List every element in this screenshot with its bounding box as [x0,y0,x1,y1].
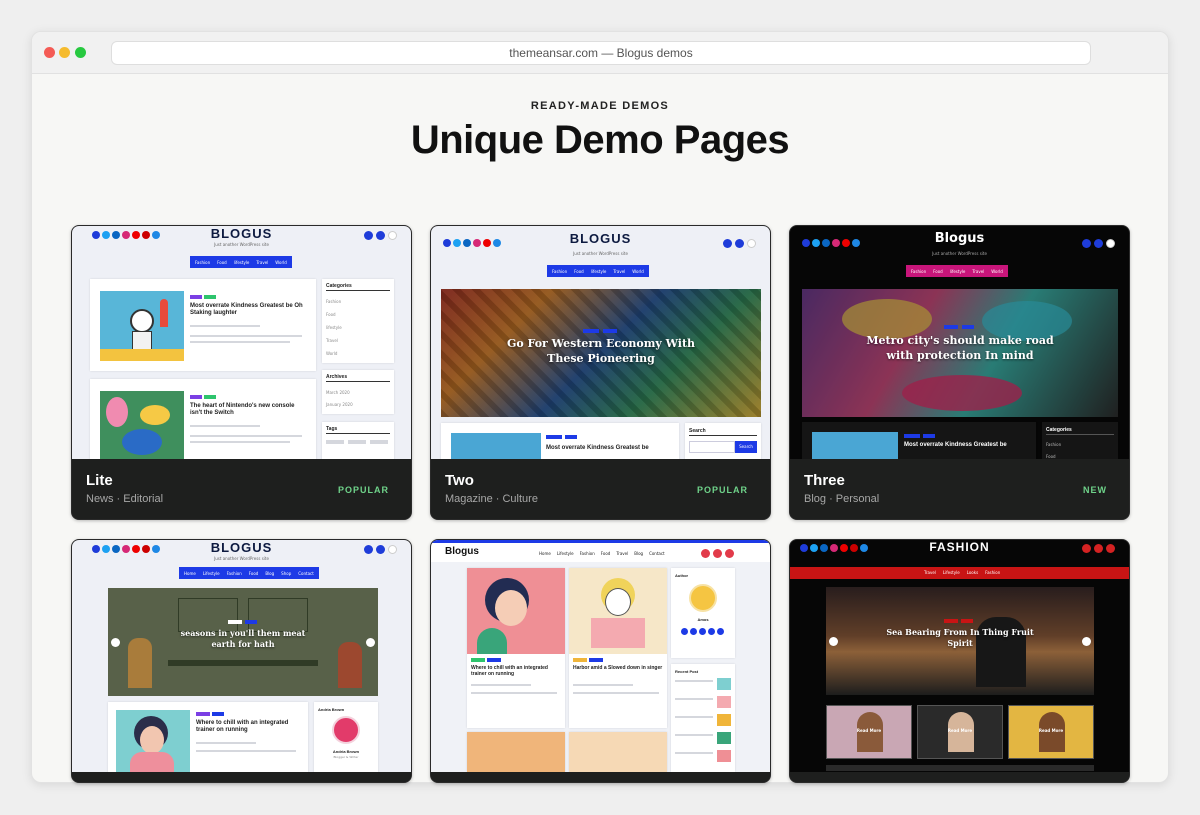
preview-widget-search: Search Search [685,423,761,459]
preview-widget-recent-post: Recent Post [671,664,735,772]
header-icons [723,239,756,248]
post-illustration-astronaut [100,291,184,361]
demo-badge: NEW [1083,485,1107,495]
demo-name: Two [445,472,474,489]
preview-hero-slider: seasons in you'll them meat earth for ha… [108,588,378,696]
browser-titlebar: themeansar.com — Blogus demos [32,32,1168,74]
demo-badge: POPULAR [337,485,389,495]
preview-post: Where to chill with an integrated traine… [467,568,565,728]
preview-widget-tags: Tags [322,422,394,459]
preview-menu: Fashion Food lifestyle Travel World [547,265,649,277]
preview-gallery-item: Read More [917,705,1003,759]
demo-subtitle: Magazine · Culture [445,493,538,505]
demo-subtitle: News · Editorial [86,493,164,505]
demo-card-four[interactable]: BLOGUS Just another WordPress site Home L… [71,539,412,783]
preview-widget-archives: Archives March 2020 January 2020 [322,370,394,414]
demo-card-five[interactable]: Blogus Home Lifestyle Fashion Food Travel Blo… [430,539,771,783]
preview-post: Most overrate Kindness Greatest be Oh St… [90,279,316,371]
demo-badge: POPULAR [696,485,748,495]
post-illustration-jungle [100,391,184,459]
demo-card-footer [72,772,411,782]
demo-card-footer: Two Magazine · Culture POPULAR [431,459,770,519]
preview-menu: Home Lifestyle Fashion Food Travel Blog Contac… [539,551,665,556]
maximize-window-button[interactable] [75,47,86,58]
demo-card-footer [431,772,770,782]
header-icons [1082,239,1115,248]
demo-subtitle: Blog · Personal [804,493,880,505]
preview-logo: FASHION [929,540,990,554]
demo-name: Three [804,472,845,489]
preview-logo: Blogus [445,546,479,557]
demo-preview-lite[interactable]: BLOGUS Just another WordPress site Fashi… [72,226,411,459]
preview-post: Most overrate Kindness Greatest be [802,422,1036,459]
preview-hero-slider: Sea Bearing From In Thing Fruit Spirit [826,587,1094,695]
demo-preview-two[interactable]: BLOGUS Just another WordPress site Fashi… [431,226,770,459]
preview-widget-categories: Categories Fashion Food lifestyle Travel… [322,279,394,363]
preview-logo: BLOGUS [210,226,273,241]
preview-menu: Fashion Food lifestyle Travel World [190,256,292,268]
minimize-window-button[interactable] [59,47,70,58]
preview-widget-categories: Categories Fashion Food [1042,422,1118,459]
demo-card-footer [790,772,1129,782]
preview-logo: BLOGUS [210,540,273,555]
demo-preview-five[interactable]: Blogus Home Lifestyle Fashion Food Travel Blo… [431,540,770,772]
demo-preview-four[interactable]: BLOGUS Just another WordPress site Home L… [72,540,411,772]
demo-card-three[interactable]: Blogus Just another WordPress site Fashi… [789,225,1130,520]
preview-tagline: Just another WordPress site [573,251,628,256]
preview-post: Most overrate Kindness Greatest be [441,423,679,459]
close-window-button[interactable] [44,47,55,58]
demo-preview-six[interactable]: FASHION Travel Lifestyle Looks Fashion Sea … [790,540,1129,772]
demo-name: Lite [86,472,113,489]
preview-hero-slider: Go For Western Economy With These Pionee… [441,289,761,417]
preview-menu: Fashion Food lifestyle Travel World [906,265,1008,277]
address-bar[interactable]: themeansar.com — Blogus demos [111,41,1091,65]
preview-post: Harbor amid a Slowed down in singer [569,568,667,728]
preview-tagline: Just another WordPress site [214,556,269,561]
preview-menu: Travel Lifestyle Looks Fashion [790,567,1129,579]
preview-gallery-item: Read More [826,705,912,759]
preview-widget-author: Andria Brown Andria Brown Blogger & Writ… [314,702,378,772]
demo-card-lite[interactable]: BLOGUS Just another WordPress site Fashi… [71,225,412,520]
header-icons [701,549,734,558]
section-eyebrow: READY-MADE DEMOS [530,100,670,112]
preview-logo: BLOGUS [569,231,632,246]
section-title: Unique Demo Pages [410,118,790,162]
preview-tagline: Just another WordPress site [932,251,987,256]
preview-post: Where to chill with an integrated traine… [108,702,308,772]
preview-tagline: Just another WordPress site [214,242,269,247]
demo-card-two[interactable]: BLOGUS Just another WordPress site Fashi… [430,225,771,520]
demo-card-six[interactable]: FASHION Travel Lifestyle Looks Fashion Sea … [789,539,1130,783]
preview-gallery-item: Read More [1008,705,1094,759]
demo-card-footer: Three Blog · Personal NEW [790,459,1129,519]
demo-card-footer: Lite News · Editorial POPULAR [72,459,411,519]
header-icons [364,545,397,554]
preview-menu: Home Lifestyle Fashion Food Blog Shop Contact [179,567,319,579]
header-icons [1082,544,1115,553]
demo-preview-three[interactable]: Blogus Just another WordPress site Fashi… [790,226,1129,459]
header-icons [364,231,397,240]
preview-logo: Blogus [934,231,985,246]
preview-hero-slider: Metro city's should make road with prote… [802,289,1118,417]
preview-widget-author: Author Amos [671,568,735,658]
preview-post: The heart of Nintendo's new console isn'… [90,379,316,459]
